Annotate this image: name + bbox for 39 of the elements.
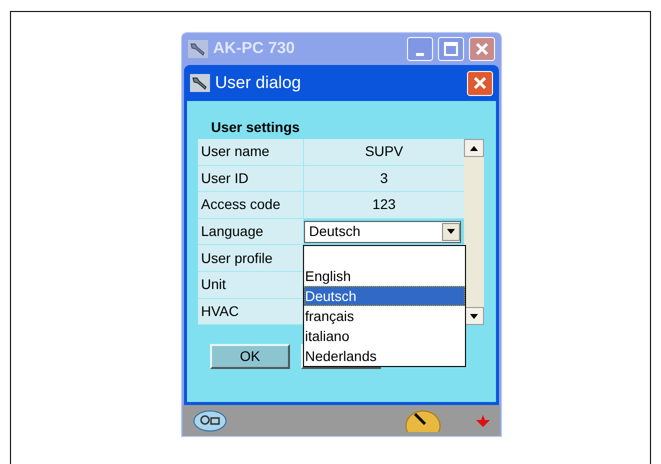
maximize-button[interactable] <box>438 37 464 61</box>
down-arrow-icon <box>470 314 478 319</box>
window-title: AK-PC 730 <box>213 39 296 59</box>
dialog-title: User dialog <box>215 72 302 94</box>
user-lock-icon[interactable] <box>193 410 227 432</box>
scrollbar[interactable] <box>464 139 484 326</box>
maximize-icon <box>444 42 458 56</box>
dropdown-option[interactable]: English <box>304 266 465 286</box>
row-label: User profile <box>198 245 304 271</box>
dropdown-option[interactable]: italiano <box>304 326 465 346</box>
close-icon <box>473 76 487 90</box>
section-title: User settings <box>210 118 301 137</box>
dropdown-option[interactable]: Nederlands <box>304 346 465 366</box>
dialog-button[interactable]: OK <box>210 344 290 370</box>
caret-icon <box>447 229 455 234</box>
row-label: User name <box>198 139 304 165</box>
wrench-icon <box>190 74 210 92</box>
row-value: 123 <box>304 192 464 218</box>
row-label: Language <box>198 218 304 244</box>
wrench-icon <box>188 40 208 58</box>
minimize-button[interactable] <box>407 37 433 61</box>
row-value: 3 <box>304 166 464 192</box>
close-button[interactable] <box>467 70 493 96</box>
row-label: Access code <box>198 192 304 218</box>
close-button[interactable] <box>469 37 495 61</box>
dropdown-option[interactable]: Deutsch <box>304 286 465 306</box>
dropdown-arrow-button[interactable] <box>442 222 460 241</box>
close-icon <box>475 42 489 56</box>
row-label: HVAC <box>198 298 304 324</box>
dropdown-option[interactable]: français <box>304 306 465 326</box>
up-arrow-icon <box>470 146 478 150</box>
row-label: Unit <box>198 272 304 298</box>
scroll-up-button[interactable] <box>464 139 484 157</box>
scroll-down-button[interactable] <box>464 307 484 326</box>
minimize-icon <box>416 52 424 56</box>
row-value: SUPV <box>304 139 464 165</box>
clock-icon[interactable] <box>405 410 441 432</box>
row-label: User ID <box>198 166 304 192</box>
language-dropdown[interactable]: Deutsch <box>304 220 461 243</box>
